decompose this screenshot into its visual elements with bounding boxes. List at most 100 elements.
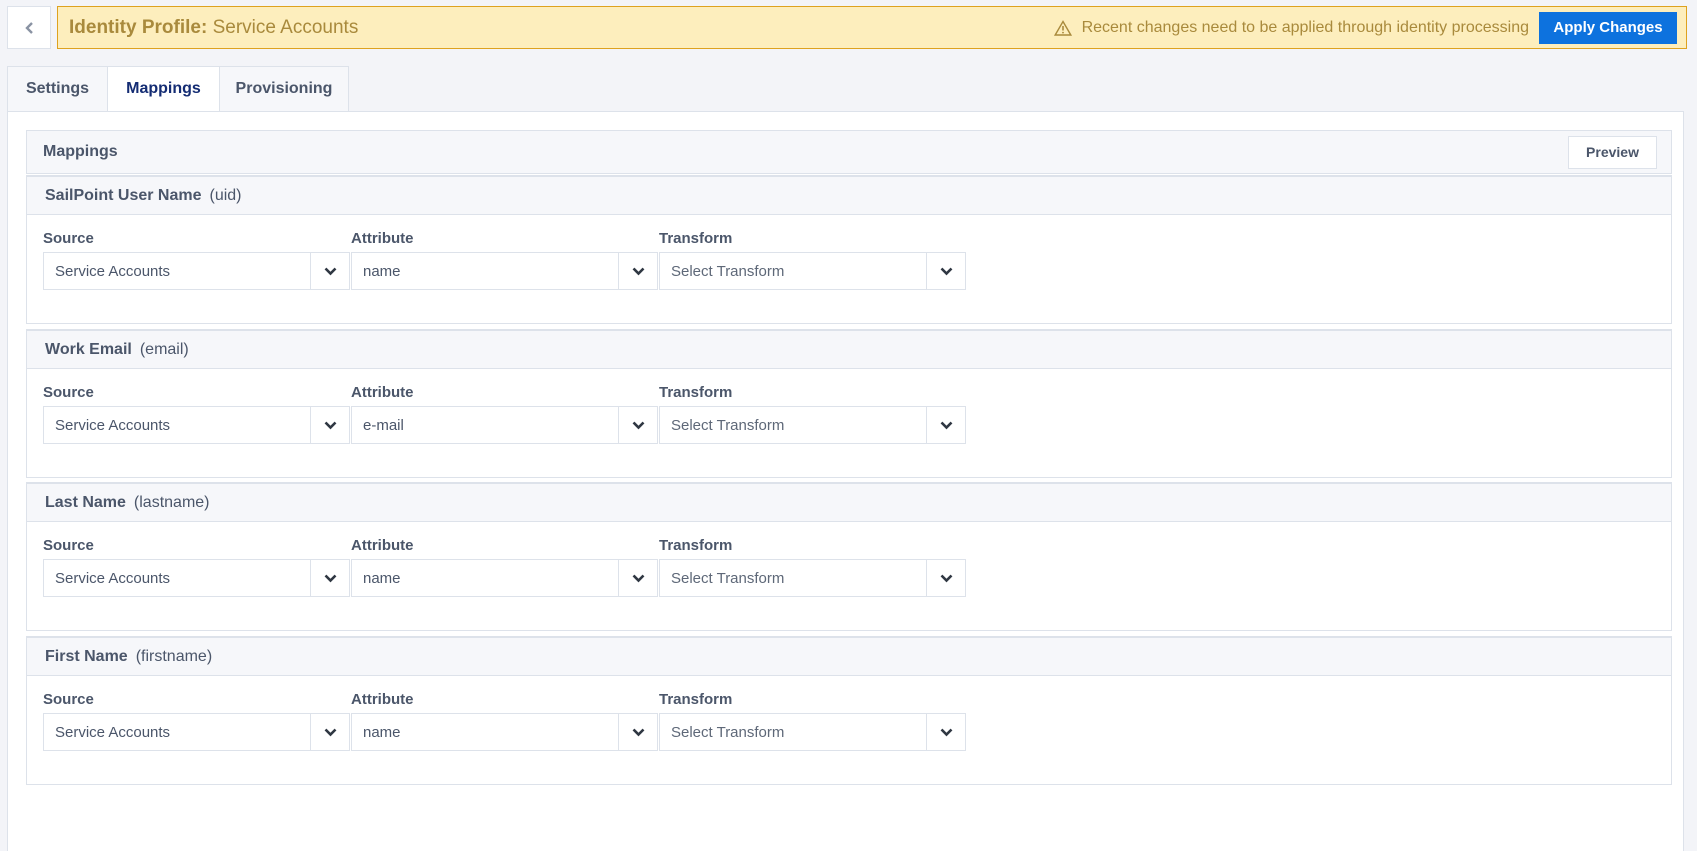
chevron-down-icon xyxy=(940,728,952,737)
mapping-card-header: SailPoint User Name (uid) xyxy=(27,177,1671,215)
source-value: Service Accounts xyxy=(55,569,171,587)
source-value: Service Accounts xyxy=(55,416,171,434)
transform-dropdown-toggle[interactable] xyxy=(926,714,965,750)
transform-select[interactable]: Select Transform xyxy=(659,559,966,597)
attribute-field: Attribute name xyxy=(351,537,659,597)
attribute-select[interactable]: name xyxy=(351,713,658,751)
attribute-value: e-mail xyxy=(363,416,404,434)
mappings-header: Mappings Preview xyxy=(26,130,1672,174)
mappings-title: Mappings xyxy=(43,143,118,160)
attribute-key: (email) xyxy=(139,340,189,358)
transform-label: Transform xyxy=(659,384,733,401)
mapping-card-header: First Name (firstname) xyxy=(27,638,1671,676)
transform-placeholder: Select Transform xyxy=(671,262,785,280)
chevron-down-icon xyxy=(940,267,952,276)
source-field: Source Service Accounts xyxy=(43,230,351,290)
source-select[interactable]: Service Accounts xyxy=(43,252,350,290)
attribute-label: Attribute xyxy=(351,691,414,708)
source-dropdown-toggle[interactable] xyxy=(310,560,349,596)
preview-button[interactable]: Preview xyxy=(1568,135,1657,169)
source-value: Service Accounts xyxy=(55,723,171,741)
banner-title-label: Identity Profile: xyxy=(69,16,208,38)
transform-label: Transform xyxy=(659,691,733,708)
transform-select[interactable]: Select Transform xyxy=(659,252,966,290)
warning-text: Recent changes need to be applied throug… xyxy=(1081,18,1529,36)
transform-placeholder: Select Transform xyxy=(671,416,785,434)
attribute-label: Attribute xyxy=(351,384,414,401)
mapping-card: SailPoint User Name (uid) Source Service… xyxy=(26,175,1672,324)
chevron-down-icon xyxy=(940,574,952,583)
attribute-label: Attribute xyxy=(351,537,414,554)
mapping-card: Last Name (lastname) Source Service Acco… xyxy=(26,482,1672,631)
chevron-down-icon xyxy=(632,421,644,430)
attribute-dropdown-toggle[interactable] xyxy=(618,253,657,289)
transform-field: Transform Select Transform xyxy=(659,691,967,751)
chevron-left-icon xyxy=(25,21,33,34)
transform-field: Transform Select Transform xyxy=(659,384,967,444)
attribute-key: (lastname) xyxy=(133,493,210,511)
attribute-value: name xyxy=(363,723,401,741)
mapping-card-header: Last Name (lastname) xyxy=(27,484,1671,522)
chevron-down-icon xyxy=(632,728,644,737)
chevron-down-icon xyxy=(940,421,952,430)
chevron-down-icon xyxy=(324,267,336,276)
source-dropdown-toggle[interactable] xyxy=(310,407,349,443)
source-label: Source xyxy=(43,384,94,401)
warning-triangle-icon xyxy=(1053,19,1072,36)
source-dropdown-toggle[interactable] xyxy=(310,253,349,289)
chevron-down-icon xyxy=(324,421,336,430)
tab-mappings[interactable]: Mappings xyxy=(107,66,219,112)
attribute-select[interactable]: name xyxy=(351,559,658,597)
attribute-field: Attribute e-mail xyxy=(351,384,659,444)
transform-dropdown-toggle[interactable] xyxy=(926,253,965,289)
attribute-key: (firstname) xyxy=(135,647,213,665)
source-field: Source Service Accounts xyxy=(43,691,351,751)
source-value: Service Accounts xyxy=(55,262,171,280)
mapping-card-header: Work Email (email) xyxy=(27,331,1671,369)
banner-title: Identity Profile: Service Accounts xyxy=(69,17,358,39)
attribute-display-name: SailPoint User Name xyxy=(45,186,202,204)
attribute-display-name: Work Email xyxy=(45,340,132,358)
mapping-card: First Name (firstname) Source Service Ac… xyxy=(26,636,1672,785)
source-label: Source xyxy=(43,691,94,708)
source-label: Source xyxy=(43,537,94,554)
attribute-select[interactable]: name xyxy=(351,252,658,290)
identity-profile-banner: Identity Profile: Service Accounts Recen… xyxy=(57,6,1687,49)
chevron-down-icon xyxy=(632,267,644,276)
source-field: Source Service Accounts xyxy=(43,384,351,444)
transform-placeholder: Select Transform xyxy=(671,723,785,741)
tab-settings[interactable]: Settings xyxy=(7,66,107,112)
banner-title-value: Service Accounts xyxy=(212,16,359,38)
attribute-dropdown-toggle[interactable] xyxy=(618,407,657,443)
banner-warning: Recent changes need to be applied throug… xyxy=(1053,18,1529,37)
attribute-dropdown-toggle[interactable] xyxy=(618,560,657,596)
source-select[interactable]: Service Accounts xyxy=(43,713,350,751)
transform-dropdown-toggle[interactable] xyxy=(926,560,965,596)
transform-select[interactable]: Select Transform xyxy=(659,406,966,444)
back-button[interactable] xyxy=(7,6,51,49)
source-label: Source xyxy=(43,230,94,247)
source-select[interactable]: Service Accounts xyxy=(43,406,350,444)
chevron-down-icon xyxy=(632,574,644,583)
tab-bar: Settings Mappings Provisioning xyxy=(7,66,349,112)
attribute-display-name: First Name xyxy=(45,647,128,665)
attribute-select[interactable]: e-mail xyxy=(351,406,658,444)
apply-changes-button[interactable]: Apply Changes xyxy=(1539,11,1677,44)
chevron-down-icon xyxy=(324,574,336,583)
transform-field: Transform Select Transform xyxy=(659,537,967,597)
attribute-field: Attribute name xyxy=(351,230,659,290)
source-select[interactable]: Service Accounts xyxy=(43,559,350,597)
attribute-key: (uid) xyxy=(209,186,242,204)
source-field: Source Service Accounts xyxy=(43,537,351,597)
attribute-value: name xyxy=(363,262,401,280)
source-dropdown-toggle[interactable] xyxy=(310,714,349,750)
transform-select[interactable]: Select Transform xyxy=(659,713,966,751)
transform-label: Transform xyxy=(659,537,733,554)
tab-provisioning[interactable]: Provisioning xyxy=(219,66,349,112)
attribute-dropdown-toggle[interactable] xyxy=(618,714,657,750)
attribute-display-name: Last Name xyxy=(45,493,126,511)
attribute-value: name xyxy=(363,569,401,587)
attribute-field: Attribute name xyxy=(351,691,659,751)
attribute-label: Attribute xyxy=(351,230,414,247)
transform-dropdown-toggle[interactable] xyxy=(926,407,965,443)
